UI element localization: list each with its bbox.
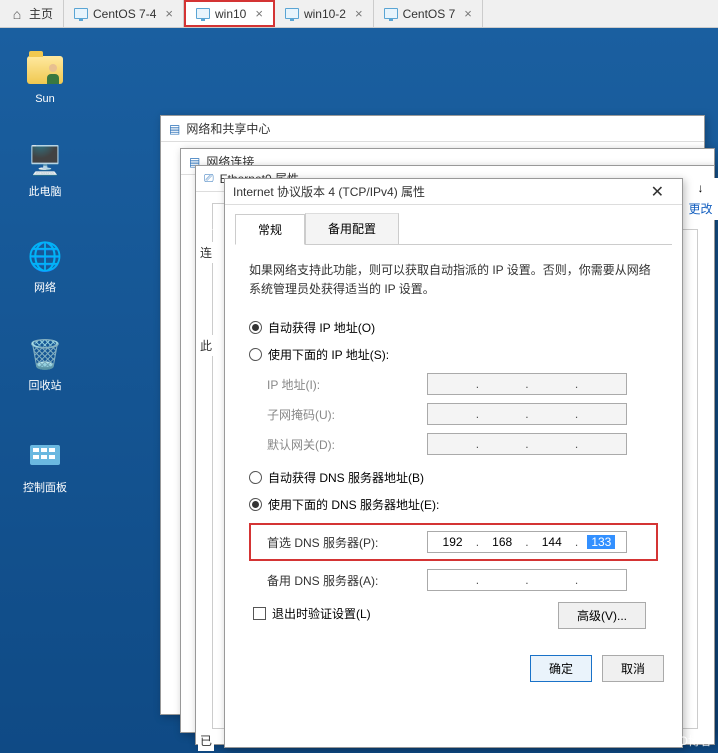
globe-icon: 🌐 (25, 236, 65, 276)
advanced-button[interactable]: 高级(V)... (558, 602, 646, 629)
tab-label: win10 (215, 7, 246, 21)
secondary-dns-input[interactable]: ... (427, 569, 627, 591)
desktop-icon-recycle[interactable]: 🗑️ 回收站 (10, 334, 80, 393)
gateway-label: 默认网关(D): (267, 436, 427, 453)
fragment-text: 此 (198, 335, 214, 356)
dialog-title: Internet 协议版本 4 (TCP/IPv4) 属性 (233, 183, 425, 200)
primary-dns-input[interactable]: 192. 168. 144. 133 (427, 531, 627, 553)
dialog-tabs: 常规 备用配置 (235, 213, 672, 245)
tab-win10[interactable]: win10 × (184, 0, 275, 27)
primary-dns-label: 首选 DNS 服务器(P): (267, 534, 427, 551)
desktop-icon-control-panel[interactable]: 控制面板 (10, 436, 80, 495)
ok-button[interactable]: 确定 (530, 655, 592, 682)
adapter-icon: ⎚ (204, 171, 214, 186)
ip-address-label: IP 地址(I): (267, 376, 427, 393)
tab-label: win10-2 (304, 7, 346, 21)
close-icon[interactable]: × (165, 6, 173, 21)
close-icon[interactable]: ✕ (643, 180, 672, 204)
radio-auto-ip[interactable]: 自动获得 IP 地址(O) (249, 319, 658, 336)
ip-group: 自动获得 IP 地址(O) 使用下面的 IP 地址(S): IP 地址(I): … (249, 319, 658, 455)
icon-label: 此电脑 (10, 183, 80, 199)
tab-home[interactable]: 主页 (0, 0, 64, 27)
radio-icon (249, 471, 262, 484)
desktop-icon-this-pc[interactable]: 🖥️ 此电脑 (10, 140, 80, 199)
radio-icon (249, 321, 262, 334)
close-icon[interactable]: × (355, 6, 363, 21)
icon-label: 控制面板 (10, 479, 80, 495)
screen-icon (384, 8, 398, 19)
tab-label: CentOS 7 (403, 7, 456, 21)
screen-icon (196, 8, 210, 19)
desktop-icon-network[interactable]: 🌐 网络 (10, 236, 80, 295)
screen-icon (285, 8, 299, 19)
radio-icon (249, 348, 262, 361)
vm-tabs-bar: 主页 CentOS 7-4 × win10 × win10-2 × CentOS… (0, 0, 718, 28)
fragment-text: 已 (198, 730, 214, 751)
watermark: @51CTO博客 (637, 732, 712, 749)
icon-label: Sun (10, 93, 80, 105)
recycle-bin-icon: 🗑️ (25, 334, 65, 374)
fragment-text: 连 (198, 242, 214, 263)
description-text: 如果网络支持此功能，则可以获取自动指派的 IP 设置。否则，你需要从网络系统管理… (249, 261, 658, 299)
tab-label: 主页 (29, 5, 53, 22)
tab-alternate[interactable]: 备用配置 (305, 213, 399, 244)
radio-manual-dns[interactable]: 使用下面的 DNS 服务器地址(E): (249, 496, 658, 513)
ip-address-input: ... (427, 373, 627, 395)
highlighted-dns-row: 首选 DNS 服务器(P): 192. 168. 144. 133 (249, 523, 658, 561)
tab-centos7[interactable]: CentOS 7 × (374, 0, 483, 27)
right-panel-fragment: ↓ 更改 (682, 178, 718, 220)
change-label[interactable]: 更改 (688, 200, 712, 217)
radio-manual-ip[interactable]: 使用下面的 IP 地址(S): (249, 346, 658, 363)
screen-icon (74, 8, 88, 19)
radio-icon (249, 498, 262, 511)
tab-label: CentOS 7-4 (93, 7, 156, 21)
subnet-mask-label: 子网掩码(U): (267, 406, 427, 423)
window-title[interactable]: ▤ 网络和共享中心 (161, 116, 704, 142)
network-icon: ▤ (169, 122, 180, 136)
chevron-down-icon[interactable]: ↓ (698, 181, 704, 195)
subnet-mask-input: ... (427, 403, 627, 425)
close-icon[interactable]: × (464, 6, 472, 21)
close-icon[interactable]: × (255, 6, 263, 21)
dns-group: 自动获得 DNS 服务器地址(B) 使用下面的 DNS 服务器地址(E): 首选… (249, 469, 658, 591)
dialog-ipv4-properties: Internet 协议版本 4 (TCP/IPv4) 属性 ✕ 常规 备用配置 … (224, 178, 683, 748)
tab-centos7-4[interactable]: CentOS 7-4 × (64, 0, 184, 27)
home-icon (10, 7, 24, 21)
monitor-icon: 🖥️ (25, 140, 65, 180)
icon-label: 回收站 (10, 377, 80, 393)
folder-icon (27, 56, 63, 84)
control-panel-icon (25, 436, 65, 476)
icon-label: 网络 (10, 279, 80, 295)
desktop-icon-sun[interactable]: Sun (10, 50, 80, 105)
radio-auto-dns[interactable]: 自动获得 DNS 服务器地址(B) (249, 469, 658, 486)
tab-win10-2[interactable]: win10-2 × (275, 0, 374, 27)
gateway-input: ... (427, 433, 627, 455)
tab-general[interactable]: 常规 (235, 214, 305, 245)
cancel-button[interactable]: 取消 (602, 655, 664, 682)
secondary-dns-label: 备用 DNS 服务器(A): (267, 572, 427, 589)
checkbox-icon (253, 607, 266, 620)
